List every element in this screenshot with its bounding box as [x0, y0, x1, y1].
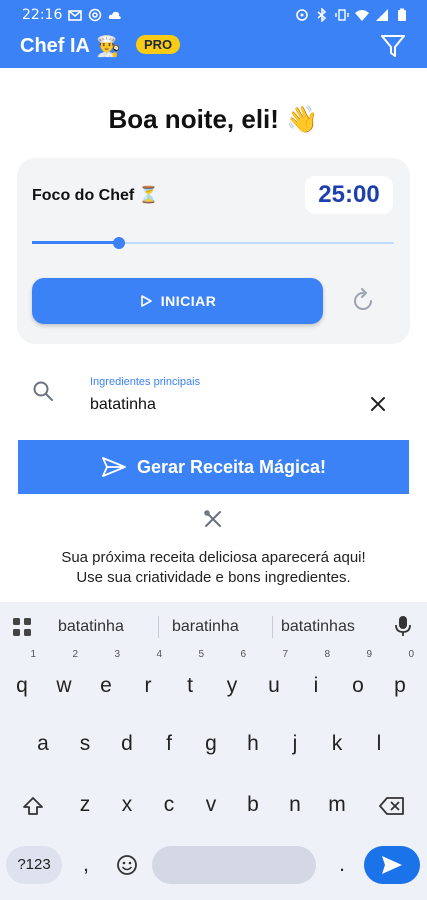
app-title: Chef IA 👨‍🍳 — [20, 35, 121, 58]
key-number-hint: 9 — [366, 649, 372, 660]
key-r[interactable]: r4 — [130, 650, 166, 708]
key-s[interactable]: s — [67, 722, 103, 766]
symbols-key[interactable]: ?123 — [6, 846, 62, 884]
empty-state-message: Sua próxima receita deliciosa aparecerá … — [61, 549, 366, 586]
status-time: 22:16 — [22, 7, 63, 23]
key-g[interactable]: g — [193, 722, 229, 766]
suggestion-item[interactable]: baratinha — [172, 618, 239, 636]
suggestion-item[interactable]: batatinha — [58, 618, 124, 636]
key-n[interactable]: n — [277, 783, 313, 827]
wifi-icon — [355, 10, 369, 21]
key-k[interactable]: k — [319, 722, 355, 766]
key-o[interactable]: o9 — [340, 650, 376, 708]
play-icon — [140, 295, 152, 307]
search-icon — [33, 381, 53, 401]
key-p[interactable]: p0 — [382, 650, 418, 708]
key-j[interactable]: j — [277, 722, 313, 766]
generate-recipe-label: Gerar Receita Mágica! — [136, 456, 327, 477]
reset-icon[interactable] — [350, 288, 376, 314]
key-w[interactable]: w2 — [46, 650, 82, 708]
shift-icon[interactable] — [22, 795, 44, 817]
vibrate-icon — [335, 9, 349, 21]
key-q[interactable]: q1 — [4, 650, 40, 708]
app-bar: 22:16 Chef IA 👨‍🍳 PRO — [0, 0, 427, 68]
chef-emoji-icon: 👨‍🍳 — [96, 36, 121, 58]
key-h[interactable]: h — [235, 722, 271, 766]
key-number-hint: 4 — [156, 649, 162, 660]
send-icon — [102, 457, 126, 477]
gmail-icon — [68, 10, 82, 21]
suggestion-divider — [158, 616, 159, 638]
send-key[interactable] — [364, 846, 420, 884]
key-t[interactable]: t5 — [172, 650, 208, 708]
signal-icon — [376, 9, 388, 21]
key-x[interactable]: x — [109, 783, 145, 827]
focus-title: Foco do Chef ⏳ — [32, 187, 159, 204]
key-number-hint: 0 — [408, 649, 414, 660]
focus-timer: 25:00 — [305, 176, 393, 214]
key-number-hint: 6 — [240, 649, 246, 660]
focus-card: Foco do Chef ⏳ 25:00 INICIAR — [17, 158, 410, 344]
mic-icon[interactable] — [394, 615, 412, 637]
key-f[interactable]: f — [151, 722, 187, 766]
generate-recipe-button[interactable]: Gerar Receita Mágica! — [18, 440, 409, 494]
key-number-hint: 2 — [72, 649, 78, 660]
suggestion-divider — [272, 616, 273, 638]
key-z[interactable]: z — [67, 783, 103, 827]
slider-thumb[interactable] — [112, 237, 125, 249]
at-icon — [88, 8, 102, 22]
start-button[interactable]: INICIAR — [32, 278, 323, 324]
suggestion-item[interactable]: batatinhas — [281, 618, 355, 636]
key-u[interactable]: u7 — [256, 650, 292, 708]
key-a[interactable]: a — [25, 722, 61, 766]
key-c[interactable]: c — [151, 783, 187, 827]
key-number-hint: 3 — [114, 649, 120, 660]
comma-key[interactable]: , — [66, 843, 106, 887]
focus-slider[interactable] — [32, 236, 394, 250]
key-m[interactable]: m — [319, 783, 355, 827]
space-key[interactable] — [152, 846, 316, 884]
backspace-icon[interactable] — [378, 795, 406, 817]
apps-grid-icon[interactable] — [12, 617, 32, 637]
emoji-icon[interactable] — [116, 854, 138, 876]
ingredients-input[interactable]: batatinha — [90, 396, 156, 414]
key-b[interactable]: b — [235, 783, 271, 827]
slider-fill — [32, 241, 119, 244]
key-v[interactable]: v — [193, 783, 229, 827]
suggestion-bar: batatinha baratinha batatinhas — [0, 602, 427, 650]
clear-icon[interactable] — [370, 396, 386, 412]
greeting-title: Boa noite, eli! 👋 — [108, 104, 319, 134]
soft-keyboard: batatinha baratinha batatinhas q1w2e3r4t… — [0, 602, 427, 900]
key-number-hint: 5 — [198, 649, 204, 660]
pro-badge: PRO — [136, 35, 181, 54]
ingredients-label: Ingredientes principais — [90, 376, 201, 388]
filter-icon[interactable] — [379, 32, 407, 60]
key-e[interactable]: e3 — [88, 650, 124, 708]
cloud-icon — [108, 11, 121, 19]
key-y[interactable]: y6 — [214, 650, 250, 708]
key-l[interactable]: l — [361, 722, 397, 766]
key-number-hint: 7 — [282, 649, 288, 660]
period-key[interactable]: . — [322, 843, 362, 887]
key-d[interactable]: d — [109, 722, 145, 766]
location-icon — [296, 9, 308, 21]
start-button-label: INICIAR — [160, 293, 217, 309]
key-number-hint: 8 — [324, 649, 330, 660]
key-number-hint: 1 — [30, 649, 36, 660]
status-bar: 22:16 — [0, 0, 427, 32]
utensils-icon — [204, 510, 221, 527]
send-arrow-icon — [382, 856, 402, 874]
key-i[interactable]: i8 — [298, 650, 334, 708]
bluetooth-icon — [317, 8, 327, 22]
battery-icon — [398, 8, 406, 21]
